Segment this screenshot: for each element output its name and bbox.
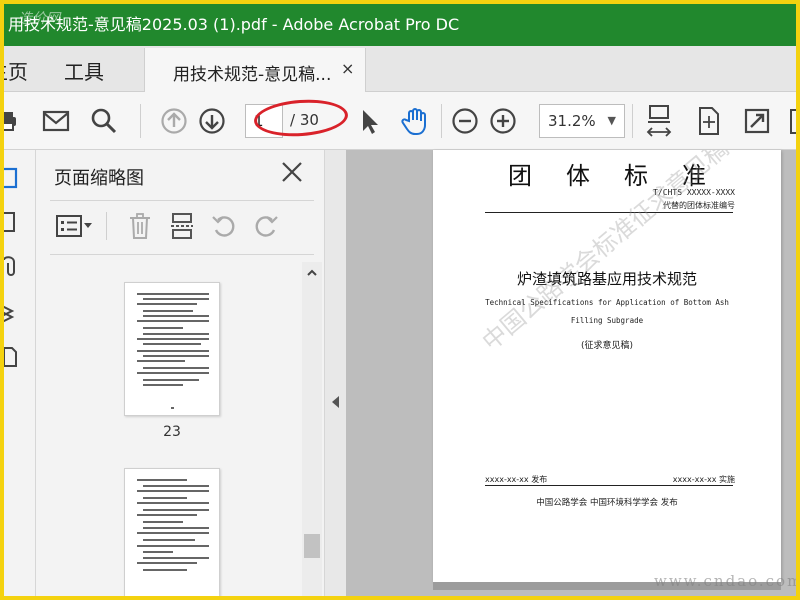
thumbnail-page-number: 23 xyxy=(163,424,181,440)
panel-collapse-handle[interactable] xyxy=(324,150,346,596)
document-heading: 团体标准 xyxy=(508,162,740,190)
panel-tool-divider xyxy=(106,212,107,240)
page-thumbnail[interactable] xyxy=(124,282,220,416)
fit-page-icon[interactable] xyxy=(692,104,726,138)
select-cursor-icon[interactable] xyxy=(352,104,386,138)
signatures-nav-icon[interactable] xyxy=(4,344,22,374)
page-thumbnails-nav-icon[interactable] xyxy=(4,166,22,196)
delete-page-icon[interactable] xyxy=(124,210,156,242)
zoom-level-select[interactable]: 31.2% ▼ xyxy=(539,104,625,138)
search-icon[interactable] xyxy=(87,104,121,138)
attachments-nav-icon[interactable] xyxy=(4,254,22,284)
draft-stage: (征求意见稿) xyxy=(580,341,634,351)
more-tools-icon[interactable] xyxy=(780,104,796,138)
site-watermark: www.cndao.com xyxy=(654,572,800,590)
fit-width-icon[interactable] xyxy=(642,104,676,138)
close-icon[interactable] xyxy=(280,160,304,188)
page-thumbnail[interactable] xyxy=(124,468,220,596)
watermark-logo: 造价网 xyxy=(18,11,60,27)
full-screen-icon[interactable] xyxy=(740,104,774,138)
thumbnail-options-icon[interactable] xyxy=(54,210,96,242)
implement-date: xxxx-xx-xx 实施 xyxy=(672,475,735,484)
print-icon[interactable] xyxy=(4,104,24,138)
app-window: 用技术规范-意见稿2025.03 (1).pdf - Adobe Acrobat… xyxy=(0,0,800,600)
pdf-page: 团体标准 T/CHTS XXXXX-XXXX 代替的团体标准编号 中国公路学会标… xyxy=(433,150,781,582)
email-icon[interactable] xyxy=(39,104,73,138)
layers-nav-icon[interactable] xyxy=(4,300,22,330)
header-rule xyxy=(485,212,733,213)
standard-name-en-line2: Filling Subgrade xyxy=(570,316,644,325)
title-bar: 用技术规范-意见稿2025.03 (1).pdf - Adobe Acrobat… xyxy=(4,4,796,46)
thumbnail-list: 23 xyxy=(50,262,302,596)
publisher: 中国公路学会 中国环境科学学会 发布 xyxy=(536,498,678,508)
zoom-in-icon[interactable] xyxy=(486,104,520,138)
toolbar-divider xyxy=(632,104,633,138)
bookmarks-nav-icon[interactable] xyxy=(4,210,22,240)
tab-close-icon[interactable]: × xyxy=(341,59,354,78)
collapse-arrow-icon[interactable] xyxy=(331,394,341,413)
tab-bar: 主页 工具 用技术规范-意见稿... × xyxy=(4,46,796,93)
scrollbar-thumb[interactable] xyxy=(304,534,320,558)
rotate-left-icon[interactable] xyxy=(208,210,240,242)
standard-name-cn: 炉渣填筑路基应用技术规范 xyxy=(516,270,697,288)
panel-divider xyxy=(50,254,314,255)
chevron-up-icon[interactable] xyxy=(306,264,318,283)
zoom-out-icon[interactable] xyxy=(448,104,482,138)
document-tab-label: 用技术规范-意见稿... xyxy=(173,65,332,85)
toolbar-divider xyxy=(140,104,141,138)
toolbar-divider xyxy=(441,104,442,138)
document-tab[interactable]: 用技术规范-意见稿... × xyxy=(144,48,366,93)
document-view[interactable]: 团体标准 T/CHTS XXXXX-XXXX 代替的团体标准编号 中国公路学会标… xyxy=(346,150,796,596)
menu-home[interactable]: 主页 xyxy=(4,56,28,85)
thumbnail-scrollbar[interactable] xyxy=(302,262,322,596)
release-date: xxxx-xx-xx 发布 xyxy=(485,475,548,484)
standard-name-en-line1: Technical Specifications for Application… xyxy=(485,298,729,307)
thumbnails-panel: 页面缩略图 23 xyxy=(36,150,324,596)
zoom-level-value: 31.2% xyxy=(548,112,596,130)
panel-title: 页面缩略图 xyxy=(54,168,144,189)
previous-page-icon[interactable] xyxy=(157,104,191,138)
hand-tool-icon[interactable] xyxy=(399,104,433,138)
menu-tools[interactable]: 工具 xyxy=(64,56,104,85)
rotate-right-icon[interactable] xyxy=(250,210,282,242)
chevron-down-icon: ▼ xyxy=(607,114,616,127)
panel-divider xyxy=(50,200,314,201)
footer-rule xyxy=(485,485,733,486)
toolbar: 1 / 30 31.2% ▼ xyxy=(4,92,796,150)
next-page-icon[interactable] xyxy=(195,104,229,138)
window-title: 用技术规范-意见稿2025.03 (1).pdf - Adobe Acrobat… xyxy=(8,15,460,34)
navigation-rail xyxy=(4,150,36,596)
extract-page-icon[interactable] xyxy=(166,210,198,242)
